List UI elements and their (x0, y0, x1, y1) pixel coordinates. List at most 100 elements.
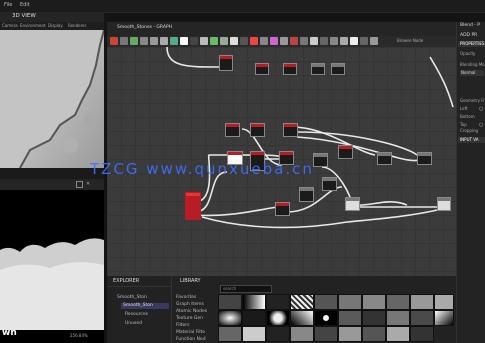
graph-node-bevel[interactable] (338, 145, 353, 159)
toolbar-grid-icon[interactable] (160, 37, 168, 45)
input-values-section[interactable]: INPUT VA (458, 137, 485, 143)
3d-menu-camera[interactable]: Camera (2, 23, 18, 28)
library-thumb[interactable] (338, 294, 362, 310)
library-thumb[interactable] (218, 294, 242, 310)
graph-node-blur[interactable] (275, 202, 290, 216)
toolbar-curve-icon[interactable] (320, 37, 328, 45)
toolbar-output-icon[interactable] (250, 37, 258, 45)
toolbar-normal-icon[interactable] (210, 37, 218, 45)
graph-node-normal[interactable] (311, 63, 325, 75)
toolbar-invert-icon[interactable] (330, 37, 338, 45)
graph-node-warp[interactable] (283, 123, 298, 137)
3d-viewport[interactable] (0, 30, 104, 168)
toolbar-noise-icon[interactable] (300, 37, 308, 45)
library-thumb[interactable] (362, 326, 386, 342)
library-thumb[interactable] (290, 310, 314, 326)
graph-node-shape[interactable] (225, 123, 240, 137)
library-search-input[interactable]: search (220, 285, 272, 293)
graph-node-slope[interactable] (313, 153, 328, 167)
library-thumb[interactable] (242, 294, 266, 310)
toolbar-blur-icon[interactable] (280, 37, 288, 45)
left-radio[interactable]: ○ (479, 106, 483, 112)
toolbar-uniform-icon[interactable] (180, 37, 188, 45)
close-icon[interactable]: ✕ (86, 181, 90, 187)
library-thumb[interactable] (242, 310, 266, 326)
explorer-item-resources[interactable]: Resources (125, 312, 148, 317)
graph-node-levels[interactable] (283, 63, 297, 75)
top-radio[interactable]: ○ (479, 122, 483, 128)
toolbar-gradient-icon[interactable] (230, 37, 238, 45)
explorer-item-unused[interactable]: Unused (125, 321, 142, 326)
library-thumb[interactable] (218, 326, 242, 342)
graph-node-pattern[interactable] (250, 123, 265, 137)
browse-node-field[interactable]: Browse Node (397, 38, 423, 43)
explorer-item-package[interactable]: Smooth_Ston (117, 295, 147, 300)
library-thumb[interactable] (410, 294, 434, 310)
library-cat-favorites[interactable]: Favorites (176, 295, 196, 300)
graph-node-output-base[interactable] (417, 152, 432, 165)
library-cat-material-filters[interactable]: Material Filte (176, 330, 205, 335)
graph-node-ao[interactable] (331, 63, 345, 75)
toolbar-blend-icon[interactable] (200, 37, 208, 45)
graph-node-uniform[interactable] (345, 197, 360, 211)
toolbar-dot-icon[interactable] (350, 37, 358, 45)
toolbar-tile-icon[interactable] (310, 37, 318, 45)
graph-node-edge[interactable] (322, 177, 337, 191)
library-cat-filters[interactable]: Filters (176, 323, 190, 328)
maximize-icon[interactable] (76, 181, 83, 188)
toolbar-frame-icon[interactable] (140, 37, 148, 45)
toolbar-camera-icon[interactable] (360, 37, 368, 45)
3d-menu-renderer[interactable]: Renderer (68, 23, 86, 28)
library-cat-atomic[interactable]: Atomic Nodes (176, 309, 207, 314)
toolbar-histogram-icon[interactable] (290, 37, 298, 45)
graph-node-noise[interactable] (299, 187, 314, 202)
library-thumb[interactable] (314, 294, 338, 310)
library-cat-function-nodes[interactable]: Function Nod (176, 337, 206, 342)
library-thumb[interactable] (218, 310, 242, 326)
3d-menu-environment[interactable]: Environment (20, 23, 46, 28)
library-thumb[interactable] (362, 294, 386, 310)
library-thumb[interactable] (362, 310, 386, 326)
library-thumb[interactable] (338, 310, 362, 326)
toolbar-fx-icon[interactable] (370, 37, 378, 45)
toolbar-new-icon[interactable] (110, 37, 118, 45)
3d-menu-display[interactable]: Display (48, 23, 63, 28)
library-thumb[interactable] (266, 326, 290, 342)
graph-node-input[interactable] (185, 192, 201, 220)
library-thumb[interactable] (290, 294, 314, 310)
toolbar-node-icon[interactable] (130, 37, 138, 45)
library-thumb[interactable] (386, 294, 410, 310)
library-thumb[interactable] (290, 326, 314, 342)
2d-viewport[interactable]: wn 256.84% (0, 190, 104, 343)
toolbar-levels-icon[interactable] (190, 37, 198, 45)
toolbar-align-icon[interactable] (170, 37, 178, 45)
library-cat-texture-gen[interactable]: Texture Gen (176, 316, 203, 321)
library-thumb[interactable] (338, 326, 362, 342)
library-thumb[interactable] (410, 326, 434, 342)
properties-section[interactable]: PROPERTIES (458, 41, 485, 47)
toolbar-transform-icon[interactable] (260, 37, 268, 45)
library-thumb[interactable] (314, 326, 338, 342)
toolbar-open-icon[interactable] (120, 37, 128, 45)
toolbar-color-icon[interactable] (270, 37, 278, 45)
toolbar-comment-icon[interactable] (150, 37, 158, 45)
library-cat-graph-items[interactable]: Graph Items (176, 302, 204, 307)
graph-node-blend[interactable] (255, 63, 269, 75)
menu-edit[interactable]: Edit (20, 2, 30, 8)
toolbar-edge-icon[interactable] (340, 37, 348, 45)
library-thumb[interactable] (314, 310, 338, 326)
graph-node-mask[interactable] (377, 152, 392, 165)
library-thumb[interactable] (266, 294, 290, 310)
library-thumb[interactable] (434, 294, 454, 310)
library-thumb[interactable] (434, 310, 454, 326)
menu-file[interactable]: File (4, 2, 12, 8)
graph-node-height[interactable] (437, 197, 451, 211)
graph-tab-title[interactable]: Smooth_Stones - GRAPH (117, 25, 172, 30)
toolbar-shape-icon[interactable] (240, 37, 248, 45)
library-thumb[interactable] (242, 326, 266, 342)
library-thumb[interactable] (386, 310, 410, 326)
library-thumb[interactable] (266, 310, 290, 326)
add-property-button[interactable]: ADD PR (460, 33, 477, 38)
toolbar-warp-icon[interactable] (220, 37, 228, 45)
zoom-level[interactable]: 256.84% (70, 333, 88, 338)
